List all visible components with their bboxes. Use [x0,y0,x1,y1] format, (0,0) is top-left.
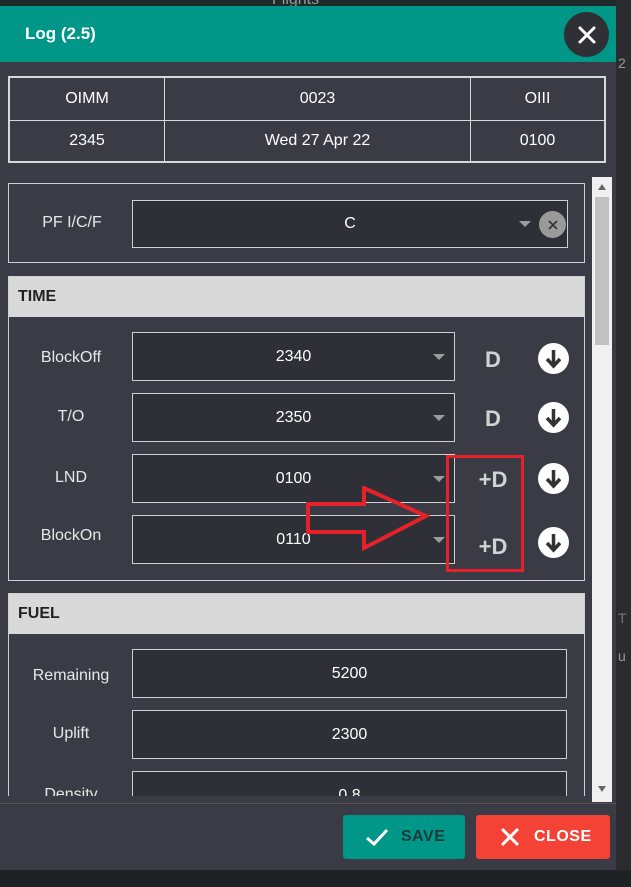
background-text: T [618,610,627,626]
landing-select[interactable]: 0100 [132,454,455,503]
dialog-titlebar: Log (2.5) [0,6,616,62]
uplift-input[interactable]: 2300 [132,710,567,759]
chevron-down-icon [433,537,445,543]
background-footer [0,870,631,887]
fill-time-button[interactable] [538,402,569,433]
arrow-down-icon [545,409,562,428]
time-value: 0100 [275,469,312,487]
blockoff-select[interactable]: 2340 [132,332,455,381]
close-icon [500,827,520,847]
flight-date: Wed 27 Apr 22 [264,132,371,149]
time-value: 0110 [276,530,311,548]
chevron-down-icon [433,354,445,360]
chevron-down-icon [433,476,445,482]
arrival-airport: OIII [524,90,551,107]
fill-time-button[interactable] [538,463,569,494]
remaining-input[interactable]: 5200 [132,649,567,698]
arrow-down-icon [545,470,562,489]
chevron-down-icon [519,221,531,227]
background-right-strip [616,0,631,887]
background-text: u [618,648,626,664]
fuel-value: 0.8 [338,786,361,797]
arrow-down-icon [545,534,562,553]
departure-airport: OIMM [65,90,109,107]
log-form-scroll-area: PF I/C/F C TIME BlockOff 2340 D T/O 2350 [0,170,616,796]
time-panel: TIME BlockOff 2340 D T/O 2350 D LND 0100… [8,276,585,581]
time-row-label: LND [54,469,87,486]
time-value: 2340 [275,347,312,365]
close-label: CLOSE [534,828,592,845]
fill-time-button[interactable] [538,527,569,558]
save-button[interactable]: SAVE [343,815,465,859]
save-label: SAVE [401,828,446,845]
day-indicator: +D [478,467,508,492]
time-row-label: BlockOff [40,349,102,366]
close-button[interactable]: CLOSE [476,815,610,859]
fuel-panel: FUEL Remaining 5200 Uplift 2300 Density … [8,593,585,796]
footer-divider [0,803,616,804]
clear-icon[interactable] [539,211,566,238]
time-value: 2350 [275,408,312,426]
scrollbar-thumb[interactable] [595,197,609,345]
density-input[interactable]: 0.8 [132,771,567,796]
fuel-row-label: Remaining [32,667,110,684]
time-row-label: BlockOn [40,527,102,544]
takeoff-select[interactable]: 2350 [132,393,455,442]
fuel-row-label: Uplift [52,725,90,742]
flight-summary-table: OIMM 0023 OIII 2345 Wed 27 Apr 22 0100 [8,76,606,163]
fuel-value: 5200 [331,664,368,682]
pf-panel: PF I/C/F C [8,183,585,263]
day-indicator: +D [478,534,508,559]
arrow-down-icon [545,350,562,369]
close-icon [578,26,595,43]
blockon-select[interactable]: 0110 [132,515,455,564]
scroll-down-icon[interactable] [597,785,607,793]
departure-time: 2345 [69,132,105,149]
day-indicator: D [485,406,501,431]
day-indicator: D [485,347,501,372]
fill-time-button[interactable] [538,343,569,374]
chevron-down-icon [433,415,445,421]
dialog-close-button[interactable] [564,12,609,57]
dialog-title: Log (2.5) [25,24,96,43]
pf-value: C [344,215,356,232]
time-heading: TIME [9,277,584,317]
time-row-label: T/O [57,408,85,425]
fuel-heading: FUEL [9,594,584,634]
arrival-time: 0100 [519,132,556,149]
fuel-row-label: Density [44,786,98,796]
scrollbar[interactable] [592,177,612,802]
fuel-value: 2300 [331,725,368,743]
pf-label: PF I/C/F [42,214,102,231]
pf-select[interactable]: C [132,200,568,248]
flight-number: 0023 [299,90,336,107]
background-text: 2 [618,55,626,71]
check-icon [366,828,389,847]
scroll-up-icon[interactable] [597,183,607,191]
